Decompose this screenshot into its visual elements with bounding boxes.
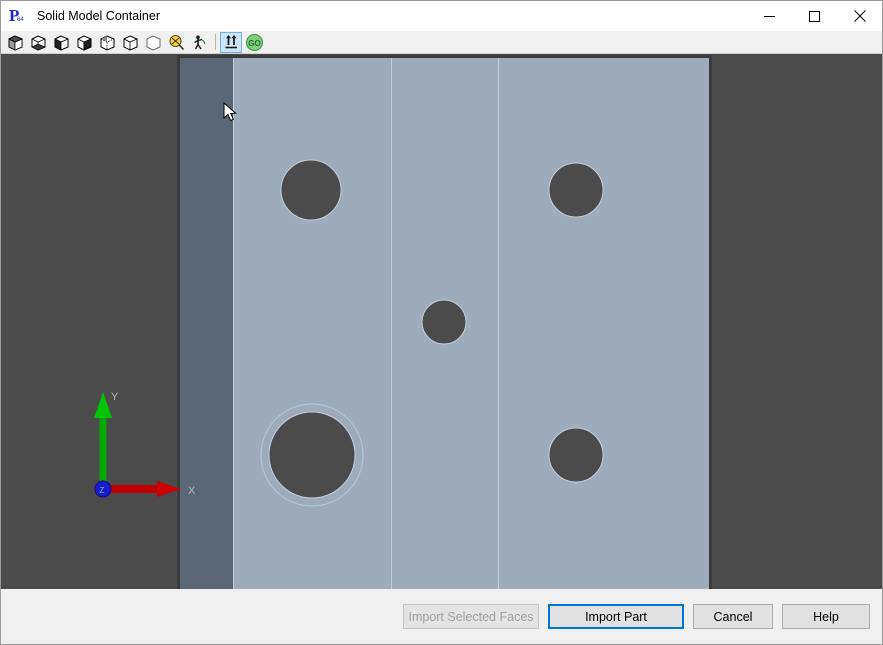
flip-direction-icon — [225, 34, 237, 48]
solid-model-container-window: P 64 Solid Model Container GO Y X Z Impo… — [0, 0, 883, 645]
x-axis-label: X — [188, 485, 196, 497]
maximize-button[interactable] — [792, 1, 837, 31]
view-quadrant-filled-icon — [77, 34, 91, 51]
import-selected-faces-button[interactable]: Import Selected Faces — [403, 604, 539, 629]
view-no-hidden-icon — [146, 34, 160, 51]
view-no-hidden-button[interactable] — [142, 32, 164, 53]
model-canvas: Y X Z — [94, 55, 712, 589]
app-logo-subscript: 64 — [17, 17, 24, 23]
window-controls — [747, 1, 882, 31]
panel-face-3 — [498, 58, 709, 589]
walk-orient-icon — [193, 35, 205, 49]
title-bar: P 64 Solid Model Container — [1, 1, 882, 31]
view-wireframe-bottom-icon — [30, 34, 46, 51]
close-button[interactable] — [837, 1, 882, 31]
view-hidden-line-icon — [100, 34, 114, 51]
hole-top-right — [548, 162, 604, 218]
walk-orient-button[interactable] — [188, 32, 210, 53]
window-title: Solid Model Container — [37, 9, 160, 23]
view-wireframe-plain-button[interactable] — [119, 32, 141, 53]
view-toolbar: GO — [1, 31, 882, 54]
view-wireframe-bottom-button[interactable] — [27, 32, 49, 53]
hole-bottom-left — [268, 411, 356, 499]
app-logo-icon: P 64 — [8, 5, 30, 27]
hole-bottom-right — [548, 427, 604, 483]
import-part-button[interactable]: Import Part — [548, 604, 684, 629]
go-button[interactable]: GO — [243, 32, 265, 53]
minimize-button[interactable] — [747, 1, 792, 31]
view-isometric-shaded-button[interactable] — [4, 32, 26, 53]
hole-middle — [421, 299, 467, 345]
3d-viewport[interactable]: Y X Z — [1, 54, 882, 589]
view-wireframe-plain-icon — [123, 34, 137, 51]
svg-text:GO: GO — [248, 39, 260, 48]
view-quadrant-filled-button[interactable] — [73, 32, 95, 53]
zoom-refit-icon — [169, 34, 184, 50]
flip-direction-button[interactable] — [220, 31, 242, 53]
cancel-button[interactable]: Cancel — [693, 604, 773, 629]
view-hidden-line-button[interactable] — [96, 32, 118, 53]
view-front-filled-icon — [54, 34, 68, 51]
dialog-footer: Import Selected Faces Import Part Cancel… — [1, 589, 882, 644]
minimize-icon — [764, 15, 775, 17]
maximize-icon — [809, 10, 820, 22]
toolbar-separator — [215, 34, 216, 50]
go-icon: GO — [245, 33, 263, 51]
panel-face-1 — [233, 58, 391, 589]
view-front-filled-button[interactable] — [50, 32, 72, 53]
y-axis-arrowhead — [94, 392, 112, 418]
zoom-refit-button[interactable] — [165, 32, 187, 53]
y-axis-label: Y — [111, 391, 119, 403]
z-axis-label: Z — [100, 486, 105, 495]
left-edge-face — [180, 58, 233, 589]
hole-top-left — [280, 159, 342, 221]
close-icon — [853, 10, 866, 22]
view-isometric-shaded-icon — [7, 34, 23, 51]
help-button[interactable]: Help — [782, 604, 870, 629]
